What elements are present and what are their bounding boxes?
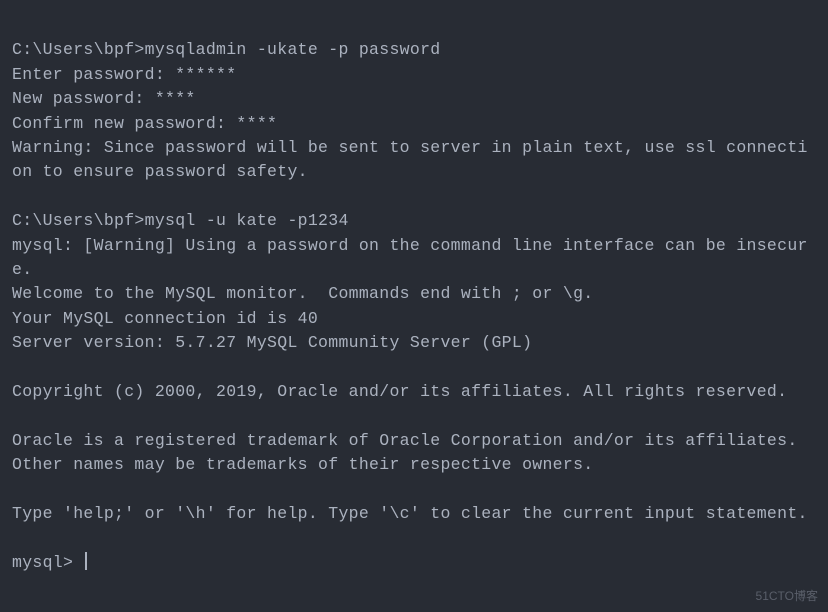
output-line: Welcome to the MySQL monitor. Commands e… — [12, 284, 594, 303]
output-line: Warning: Since password will be sent to … — [12, 138, 808, 181]
output-line: Enter password: ****** — [12, 65, 236, 84]
output-line: Copyright (c) 2000, 2019, Oracle and/or … — [12, 382, 787, 401]
output-line: Oracle is a registered trademark of Orac… — [12, 431, 808, 474]
cursor — [85, 552, 87, 570]
prompt-path: C:\Users\bpf>mysql -u kate -p1234 — [12, 211, 349, 230]
output-line: mysql: [Warning] Using a password on the… — [12, 236, 808, 279]
output-line: Confirm new password: **** — [12, 114, 277, 133]
prompt-path: C:\Users\bpf>mysqladmin -ukate -p passwo… — [12, 40, 440, 59]
watermark: 51CTO博客 — [756, 588, 818, 606]
output-line: New password: **** — [12, 89, 196, 108]
output-line: Your MySQL connection id is 40 — [12, 309, 318, 328]
output-line: Server version: 5.7.27 MySQL Community S… — [12, 333, 532, 352]
terminal-output[interactable]: C:\Users\bpf>mysqladmin -ukate -p passwo… — [12, 14, 816, 575]
mysql-prompt[interactable]: mysql> — [12, 553, 83, 572]
output-line: Type 'help;' or '\h' for help. Type '\c'… — [12, 504, 808, 523]
